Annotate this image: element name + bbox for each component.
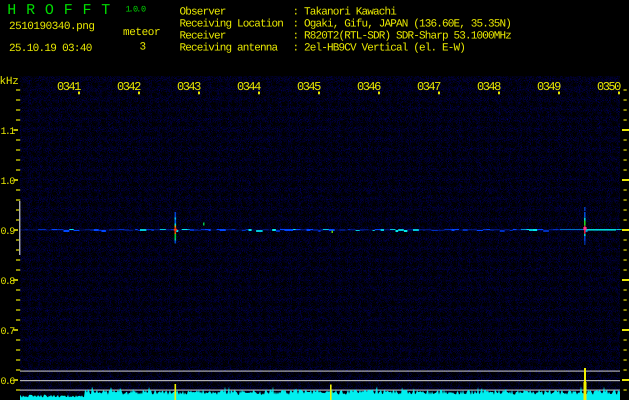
svg-text:0345: 0345 bbox=[297, 80, 321, 94]
svg-text:0343: 0343 bbox=[177, 80, 201, 94]
svg-text:F: F bbox=[83, 2, 92, 19]
svg-text:H: H bbox=[7, 2, 16, 19]
svg-text:3: 3 bbox=[140, 42, 146, 54]
svg-text:0341: 0341 bbox=[57, 80, 81, 94]
svg-text:25.10.19 03:40: 25.10.19 03:40 bbox=[9, 43, 92, 55]
svg-text:F: F bbox=[64, 2, 73, 19]
svg-text:T: T bbox=[101, 2, 110, 19]
svg-text:0.7: 0.7 bbox=[1, 327, 16, 338]
svg-text:0350: 0350 bbox=[597, 80, 621, 94]
svg-text:0.8: 0.8 bbox=[1, 277, 16, 288]
svg-text:0.9: 0.9 bbox=[1, 227, 16, 238]
svg-text:Receiving antenna: Receiving antenna bbox=[180, 43, 279, 55]
svg-text:: Takanori Kawachi: : Takanori Kawachi bbox=[293, 7, 398, 19]
svg-text:meteor: meteor bbox=[123, 27, 160, 39]
svg-text:R: R bbox=[26, 2, 35, 19]
svg-text:: R820T2(RTL-SDR) SDR-Sharp 53: : R820T2(RTL-SDR) SDR-Sharp 53.1000MHz bbox=[293, 31, 512, 43]
svg-text:kHz: kHz bbox=[0, 76, 19, 88]
svg-text:Receiving Location: Receiving Location bbox=[180, 19, 284, 31]
svg-text:: 2el-HB9CV Vertical (el. E-W): : 2el-HB9CV Vertical (el. E-W) bbox=[293, 43, 466, 55]
svg-text:Receiver: Receiver bbox=[180, 31, 226, 43]
svg-text:0347: 0347 bbox=[417, 80, 441, 94]
svg-text:O: O bbox=[45, 2, 54, 19]
svg-text:1.1: 1.1 bbox=[1, 127, 16, 138]
svg-text:0346: 0346 bbox=[357, 80, 381, 94]
svg-text:1.0: 1.0 bbox=[1, 177, 16, 188]
svg-text:: Ogaki, Gifu, JAPAN (136.60E,: : Ogaki, Gifu, JAPAN (136.60E, 35.35N) bbox=[293, 19, 512, 31]
svg-text:0348: 0348 bbox=[477, 80, 501, 94]
svg-text:0344: 0344 bbox=[237, 80, 261, 94]
svg-text:0349: 0349 bbox=[537, 80, 561, 94]
svg-text:Observer: Observer bbox=[180, 7, 226, 19]
svg-text:0.6: 0.6 bbox=[1, 377, 16, 388]
svg-text:2510190340.png: 2510190340.png bbox=[9, 21, 94, 33]
svg-text:1.0.0: 1.0.0 bbox=[126, 5, 147, 15]
svg-text:0342: 0342 bbox=[117, 80, 141, 94]
